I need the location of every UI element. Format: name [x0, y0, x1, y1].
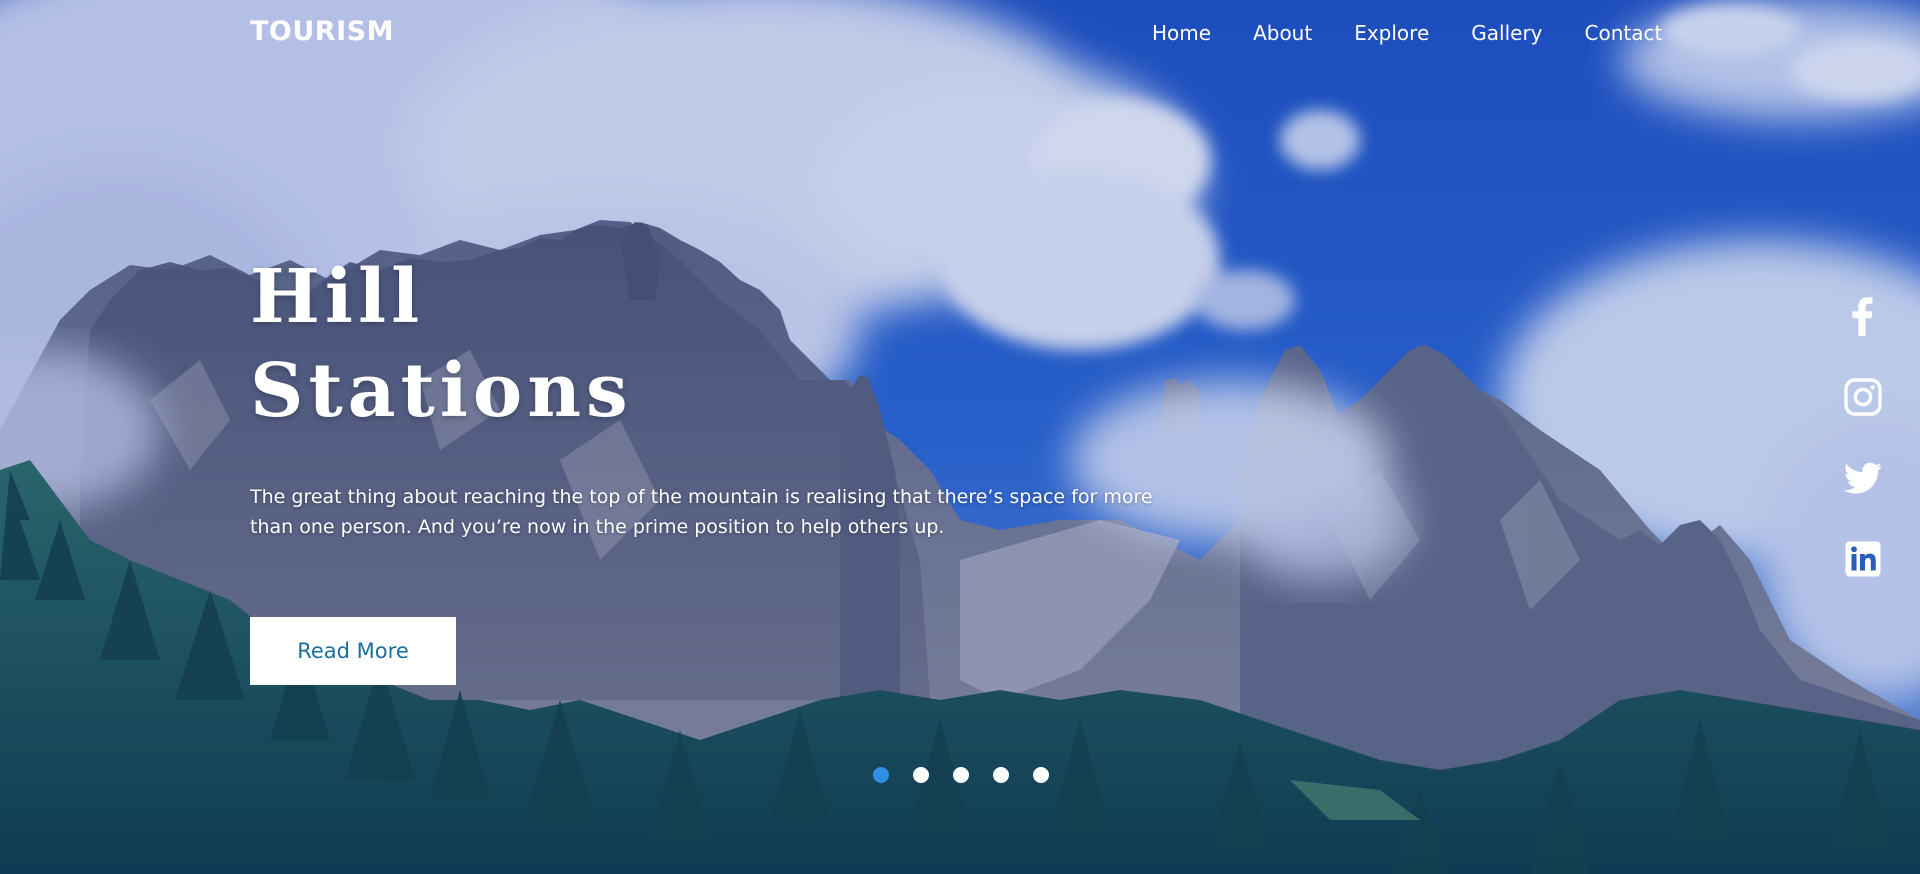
nav-about-link[interactable]: About [1253, 21, 1312, 45]
slider-dot-3[interactable] [953, 767, 969, 783]
read-more-button[interactable]: Read More [250, 617, 456, 685]
hero-description-line-1: The great thing about reaching the top o… [250, 486, 1153, 508]
twitter-icon[interactable] [1843, 458, 1883, 498]
nav-home-link[interactable]: Home [1152, 21, 1211, 45]
facebook-icon[interactable] [1843, 296, 1883, 336]
slider-dot-5[interactable] [1033, 767, 1049, 783]
social-links [1843, 296, 1883, 620]
nav-explore-link[interactable]: Explore [1354, 21, 1429, 45]
linkedin-icon[interactable] [1843, 539, 1883, 579]
slider-dot-2[interactable] [913, 767, 929, 783]
hero-title-line-1: Hill [250, 254, 425, 340]
site-logo[interactable]: TOURISM [250, 16, 394, 47]
hero-description: The great thing about reaching the top o… [250, 482, 1250, 542]
slider-dot-4[interactable] [993, 767, 1009, 783]
slider-dot-1[interactable] [873, 767, 889, 783]
nav-gallery-link[interactable]: Gallery [1471, 21, 1542, 45]
hero-title: Hill Stations [250, 250, 633, 438]
nav-contact-link[interactable]: Contact [1585, 21, 1663, 45]
hero-title-line-2: Stations [250, 348, 633, 434]
main-nav: Home About Explore Gallery Contact [1152, 21, 1662, 45]
slider-dots [873, 767, 1073, 783]
hero-description-line-2: than one person. And you’re now in the p… [250, 516, 945, 538]
instagram-icon[interactable] [1843, 377, 1883, 417]
